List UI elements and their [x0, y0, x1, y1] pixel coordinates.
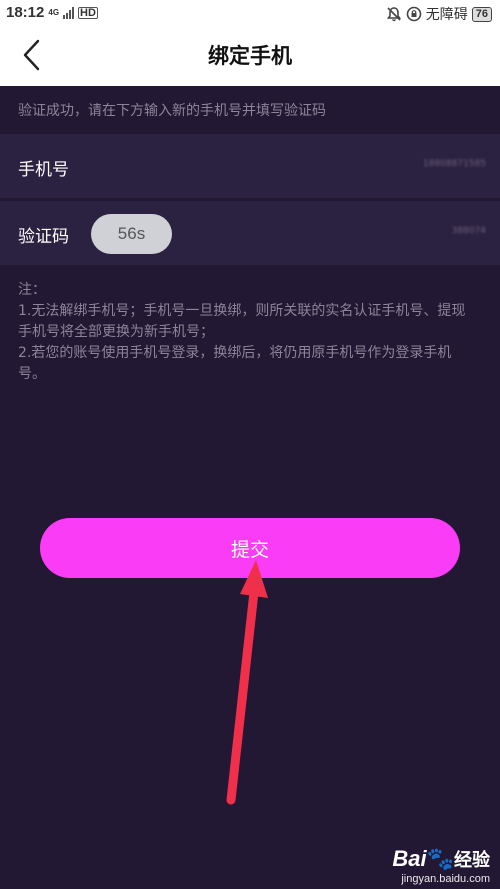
phone-input[interactable]: 18808871585	[423, 159, 486, 169]
watermark-brand-prefix: Bai	[392, 846, 427, 871]
submit-button[interactable]: 提交	[40, 518, 460, 578]
notes-line-2: 2.若您的账号使用手机号登录，换绑后，将仍用原手机号作为登录手机号。	[18, 345, 452, 382]
hd-icon: HD	[78, 6, 98, 19]
watermark-brand-suffix: 经验	[454, 850, 490, 871]
page-title: 绑定手机	[208, 44, 292, 68]
paw-icon: 🐾	[426, 846, 454, 871]
network-type: 4G	[48, 7, 60, 17]
signal-icon	[63, 6, 75, 19]
code-input[interactable]: 388074	[452, 226, 486, 236]
notes: 注： 1.无法解绑手机号；手机号一旦换绑，则所关联的实名认证手机号、提现手机号将…	[18, 280, 478, 385]
accessibility-label: 无障碍	[425, 7, 468, 23]
resend-countdown-button[interactable]: 56s	[91, 214, 172, 254]
status-bar: 18:12 4G HD 无障碍 76	[0, 0, 500, 24]
bell-off-icon	[386, 7, 401, 22]
phone-label: 手机号	[18, 160, 69, 180]
app-header: 绑定手机	[0, 24, 500, 86]
notes-line-1: 1.无法解绑手机号；手机号一旦换绑，则所关联的实名认证手机号、提现手机号将全部更…	[18, 303, 466, 340]
watermark-url: jingyan.baidu.com	[401, 873, 490, 885]
battery-indicator: 76	[471, 6, 492, 22]
code-row[interactable]: 验证码 56s 388074	[0, 201, 500, 265]
notes-heading: 注：	[18, 282, 46, 298]
accessibility-icon	[406, 6, 422, 22]
baidu-watermark: Bai🐾经验 jingyan.baidu.com	[392, 846, 490, 886]
phone-row[interactable]: 手机号 18808871585	[0, 134, 500, 198]
status-time: 18:12	[6, 4, 45, 21]
instruction-text: 验证成功，请在下方输入新的手机号并填写验证码	[18, 103, 326, 119]
code-label: 验证码	[18, 227, 69, 247]
